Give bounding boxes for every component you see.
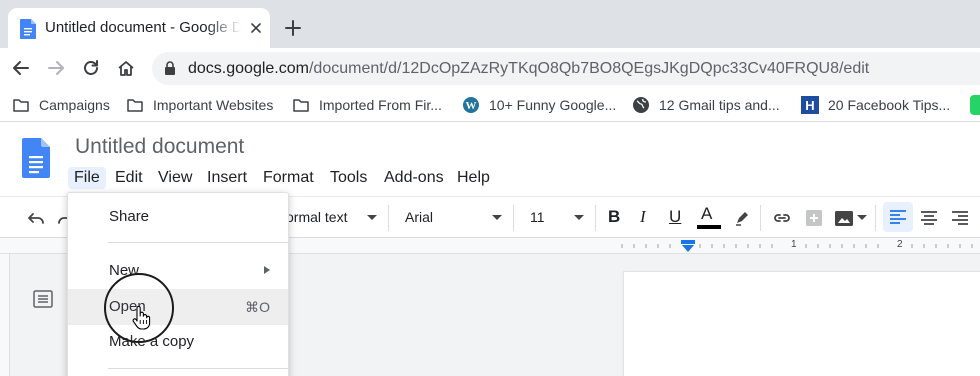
text-color-button[interactable]: A (701, 204, 712, 224)
bookmarks-bar: Campaigns Important Websites Imported Fr… (0, 88, 980, 122)
chevron-down-icon[interactable] (574, 215, 584, 220)
globe-icon (633, 97, 649, 113)
svg-text:W: W (466, 100, 477, 112)
google-docs-icon (20, 19, 36, 39)
folder-icon (293, 99, 309, 112)
menu-format[interactable]: Format (257, 167, 320, 189)
bold-button[interactable]: B (608, 207, 620, 227)
document-title[interactable]: Untitled document (75, 135, 244, 159)
menu-help[interactable]: Help (451, 167, 496, 189)
vertical-ruler (0, 254, 10, 376)
h-logo-icon: H (801, 96, 819, 114)
bookmark-label: Imported From Fir... (319, 97, 442, 113)
bookmark-label: Campaigns (39, 97, 110, 113)
align-right-icon[interactable] (950, 208, 970, 228)
italic-button[interactable]: I (640, 207, 646, 227)
file-menu-make-a-copy[interactable]: Make a copy (68, 324, 288, 360)
align-left-button[interactable] (883, 202, 913, 232)
menu-item-shortcut: ⌘O (245, 299, 270, 315)
menu-edit[interactable]: Edit (109, 167, 149, 189)
menu-divider (108, 368, 288, 369)
arrow-left-icon[interactable] (11, 58, 31, 78)
chevron-down-icon[interactable] (492, 215, 502, 220)
new-tab-plus-icon[interactable] (283, 18, 303, 38)
bookmark-label: 10+ Funny Google... (489, 97, 617, 113)
document-page[interactable] (624, 272, 980, 376)
font-family-select[interactable]: Arial (405, 209, 433, 225)
text-color-swatch (697, 225, 721, 229)
align-center-icon[interactable] (919, 208, 939, 228)
highlighter-icon[interactable] (732, 208, 752, 228)
bookmark-label: 12 Gmail tips and... (659, 97, 780, 113)
indent-marker (681, 240, 695, 244)
arrow-right-icon[interactable] (46, 58, 66, 78)
address-bar[interactable]: docs.google.com/document/d/12DcOpZAzRyTK… (152, 52, 980, 85)
submenu-arrow-icon (264, 266, 270, 274)
align-left-icon (890, 210, 906, 224)
hand-cursor-icon (132, 306, 151, 330)
browser-toolbar: docs.google.com/document/d/12DcOpZAzRyTK… (0, 48, 980, 88)
undo-icon[interactable] (26, 208, 46, 228)
bookmark-label: Important Websites (153, 97, 274, 113)
menu-item-label: Share (109, 208, 150, 225)
file-menu-open[interactable]: Open ⌘O (68, 289, 288, 325)
file-menu-dropdown: Share New Open ⌘O Make a copy (67, 192, 289, 376)
lock-icon[interactable] (164, 61, 176, 76)
font-size-select[interactable]: 11 (530, 209, 545, 225)
add-comment-icon[interactable] (804, 208, 824, 228)
menu-file[interactable]: File (68, 167, 106, 189)
tab-strip: Untitled document - Google Docs (0, 0, 980, 48)
url-path: /document/d/12DcOpZAzRyTKqO8Qb7BO8QEgsJK… (308, 60, 870, 77)
whatsapp-icon[interactable] (970, 95, 980, 115)
svg-text:H: H (805, 98, 814, 113)
folder-icon (13, 99, 29, 112)
google-docs-logo-icon[interactable] (22, 138, 50, 178)
menu-tools[interactable]: Tools (324, 167, 373, 189)
folder-icon (127, 99, 143, 112)
ruler-number: 1 (791, 239, 797, 250)
browser-tab[interactable]: Untitled document - Google Docs (8, 8, 270, 48)
url-domain: docs.google.com (188, 60, 309, 77)
underline-button[interactable]: U (669, 207, 681, 227)
tab-title: Untitled document - Google Docs (45, 19, 241, 36)
reload-icon[interactable] (81, 58, 101, 78)
document-outline-icon[interactable] (33, 290, 53, 308)
toolbar-divider (875, 205, 876, 231)
menu-view[interactable]: View (152, 167, 198, 189)
toolbar-divider (388, 205, 389, 231)
bookmark-label: 20 Facebook Tips... (828, 97, 951, 113)
insert-image-icon[interactable] (834, 208, 854, 228)
url-text: docs.google.com/document/d/12DcOpZAzRyTK… (188, 60, 869, 78)
menu-addons[interactable]: Add-ons (378, 167, 450, 189)
chevron-down-icon[interactable] (857, 215, 867, 220)
toolbar-divider (760, 205, 761, 231)
toolbar-divider (513, 205, 514, 231)
toolbar-divider (595, 205, 596, 231)
file-menu-new[interactable]: New (68, 253, 288, 289)
wordpress-icon: W (463, 97, 479, 113)
paragraph-style-select[interactable]: ormal text (286, 209, 347, 225)
ruler-ticks (621, 240, 973, 252)
menu-divider (108, 242, 288, 243)
ruler-number: 2 (897, 239, 903, 250)
home-icon[interactable] (116, 58, 136, 78)
link-icon[interactable] (772, 208, 792, 228)
close-icon[interactable] (248, 20, 264, 36)
menu-insert[interactable]: Insert (201, 167, 253, 189)
left-indent-marker (682, 245, 694, 252)
chevron-down-icon[interactable] (367, 215, 377, 220)
file-menu-share[interactable]: Share (68, 199, 288, 235)
